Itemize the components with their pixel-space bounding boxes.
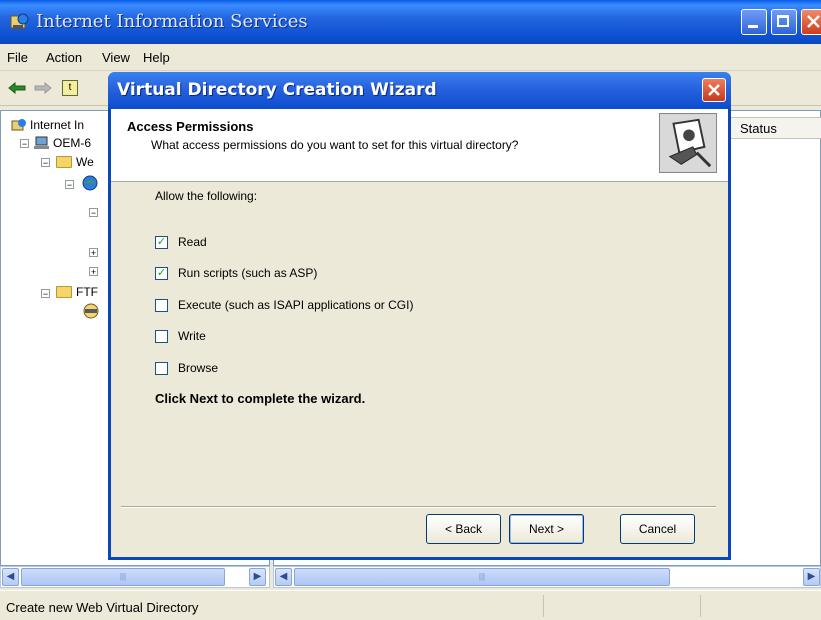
read-label[interactable]: Read xyxy=(178,235,207,249)
page-title: Access Permissions xyxy=(127,119,254,134)
ftp-site-icon xyxy=(83,303,99,319)
browse-checkbox[interactable] xyxy=(155,362,168,375)
list-hscrollbar[interactable]: ◀ ||| ▶ xyxy=(273,566,821,588)
minimize-icon xyxy=(748,25,758,28)
close-window-button[interactable] xyxy=(801,9,821,35)
up-one-level-icon[interactable]: t xyxy=(62,80,78,96)
allow-label: Allow the following: xyxy=(155,189,258,203)
menu-view[interactable]: View xyxy=(102,50,130,65)
menu-action[interactable]: Action xyxy=(46,50,82,65)
iis-root-icon xyxy=(11,119,26,131)
expand-icon[interactable]: + xyxy=(89,248,98,258)
browse-label[interactable]: Browse xyxy=(178,361,218,375)
menu-file[interactable]: File xyxy=(7,50,28,65)
close-icon xyxy=(708,84,720,96)
main-titlebar[interactable]: Internet Information Services xyxy=(0,0,821,44)
back-button[interactable]: < Back xyxy=(426,514,501,544)
back-arrow-icon[interactable] xyxy=(8,82,26,94)
tree-item-websites[interactable]: We xyxy=(76,155,94,169)
read-checkbox[interactable]: ✓ xyxy=(155,236,168,249)
scroll-left-icon[interactable]: ◀ xyxy=(2,568,19,586)
wizard-logo-icon xyxy=(659,113,717,173)
footer-instruction: Click Next to complete the wizard. xyxy=(155,391,366,406)
folder-icon xyxy=(56,156,72,168)
wizard-close-button[interactable] xyxy=(702,78,726,102)
menu-bar: File Action View Help xyxy=(0,44,821,71)
minimize-button[interactable] xyxy=(741,9,767,35)
status-text: Create new Web Virtual Directory xyxy=(6,600,199,615)
status-divider xyxy=(543,595,544,617)
cancel-button[interactable]: Cancel xyxy=(620,514,695,544)
iis-app-icon xyxy=(10,13,29,29)
maximize-icon xyxy=(777,15,789,27)
maximize-button[interactable] xyxy=(771,9,797,35)
tree-hscrollbar[interactable]: ◀ ||| ▶ xyxy=(0,566,270,588)
tree-item-root[interactable]: Internet In xyxy=(30,118,84,132)
next-button[interactable]: Next > xyxy=(509,514,584,544)
status-divider xyxy=(700,595,701,617)
write-checkbox[interactable] xyxy=(155,330,168,343)
collapse-icon[interactable]: − xyxy=(20,139,29,149)
collapse-icon[interactable]: − xyxy=(41,158,50,168)
column-header-status[interactable]: Status xyxy=(729,117,821,139)
computer-icon xyxy=(34,136,49,149)
app-title: Internet Information Services xyxy=(36,11,308,32)
scroll-thumb[interactable]: ||| xyxy=(294,568,670,586)
wizard-header: Access Permissions What access permissio… xyxy=(111,109,728,182)
scroll-right-icon[interactable]: ▶ xyxy=(249,568,266,586)
collapse-icon[interactable]: − xyxy=(65,180,74,190)
tree-item-computer[interactable]: OEM-6 xyxy=(53,136,91,150)
forward-arrow-icon[interactable] xyxy=(34,82,52,94)
execute-label[interactable]: Execute (such as ISAPI applications or C… xyxy=(178,298,413,312)
status-bar: Create new Web Virtual Directory xyxy=(0,590,821,620)
wizard-separator xyxy=(121,506,716,508)
wizard-titlebar[interactable]: Virtual Directory Creation Wizard xyxy=(108,72,731,109)
run-scripts-checkbox[interactable]: ✓ xyxy=(155,267,168,280)
wizard-title: Virtual Directory Creation Wizard xyxy=(117,80,437,100)
scroll-left-icon[interactable]: ◀ xyxy=(275,568,292,586)
wizard-dialog: Virtual Directory Creation Wizard Access… xyxy=(108,72,731,560)
expand-icon[interactable]: + xyxy=(89,267,98,277)
menu-help[interactable]: Help xyxy=(143,50,170,65)
page-subtitle: What access permissions do you want to s… xyxy=(151,138,519,152)
scroll-right-icon[interactable]: ▶ xyxy=(803,568,820,586)
folder-icon xyxy=(56,286,72,298)
website-globe-icon xyxy=(82,175,98,191)
collapse-icon[interactable]: − xyxy=(41,289,50,299)
scroll-thumb[interactable]: ||| xyxy=(21,568,225,586)
close-icon xyxy=(807,15,820,28)
write-label[interactable]: Write xyxy=(178,329,206,343)
execute-checkbox[interactable] xyxy=(155,299,168,312)
collapse-icon[interactable]: − xyxy=(89,208,98,218)
tree-item-ftp[interactable]: FTF xyxy=(76,285,98,299)
run-scripts-label[interactable]: Run scripts (such as ASP) xyxy=(178,266,317,280)
